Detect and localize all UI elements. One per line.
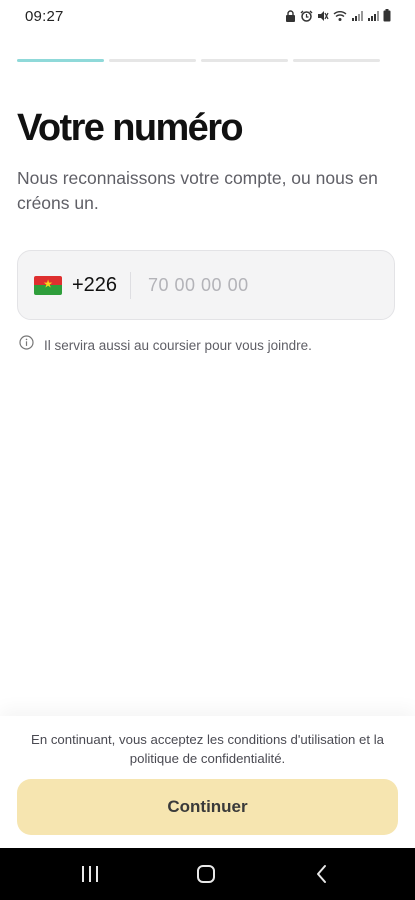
progress-step-3 <box>201 59 288 62</box>
back-icon[interactable] <box>310 862 334 886</box>
helper-note: Il servira aussi au coursier pour vous j… <box>19 335 312 355</box>
progress-step-2 <box>109 59 196 62</box>
phone-number-input[interactable] <box>148 265 378 305</box>
home-icon[interactable] <box>194 862 218 886</box>
phone-field: ★ +226 <box>17 250 395 320</box>
signal-icon <box>367 10 379 22</box>
page-subtitle: Nous reconnaissons votre compte, ou nous… <box>17 168 378 213</box>
helper-text: Il servira aussi au coursier pour vous j… <box>44 337 312 353</box>
flag-burkina-faso-icon: ★ <box>34 275 62 295</box>
page-title: Votre numéro <box>17 107 244 149</box>
system-nav-bar <box>0 848 415 900</box>
battery-icon <box>383 9 391 22</box>
dial-code: +226 <box>72 273 118 296</box>
mute-icon <box>317 10 329 22</box>
signal-icon <box>351 10 363 22</box>
progress-step-4 <box>293 59 380 62</box>
info-icon <box>19 335 34 355</box>
terms-text: En continuant, vous acceptez les conditi… <box>31 732 384 766</box>
lock-icon <box>285 9 296 22</box>
country-selector[interactable]: ★ +226 <box>34 251 117 319</box>
status-time: 09:27 <box>25 8 64 25</box>
wifi-icon <box>333 10 347 22</box>
status-icons <box>285 9 391 22</box>
field-divider <box>130 272 131 299</box>
alarm-icon <box>300 10 313 22</box>
progress-steps <box>17 59 380 62</box>
recent-apps-icon[interactable] <box>78 862 102 886</box>
continue-button[interactable]: Continuer <box>17 779 398 835</box>
footer: En continuant, vous acceptez les conditi… <box>0 716 415 848</box>
status-bar: 09:27 <box>0 0 415 32</box>
progress-step-1 <box>17 59 104 62</box>
